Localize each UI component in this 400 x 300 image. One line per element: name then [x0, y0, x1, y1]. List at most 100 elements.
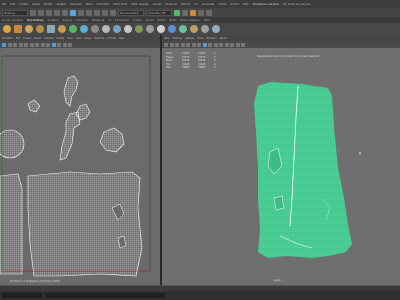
- cone-icon[interactable]: [36, 25, 44, 33]
- live-surface-field[interactable]: No Live Surface: [118, 9, 144, 16]
- shadows-icon[interactable]: [230, 42, 234, 47]
- menu-display[interactable]: Display: [57, 3, 67, 6]
- menu-generate[interactable]: Generate: [202, 3, 214, 6]
- save-scene-icon[interactable]: [46, 9, 52, 16]
- uv-scale-icon[interactable]: [18, 42, 23, 47]
- cube-icon[interactable]: [14, 25, 22, 33]
- resolution-gate-icon[interactable]: [197, 42, 201, 47]
- menu-modify[interactable]: Modify: [44, 3, 53, 6]
- uv-isolate-icon[interactable]: [57, 42, 61, 47]
- combine-icon[interactable]: [69, 25, 77, 33]
- camera-select-icon[interactable]: [164, 42, 168, 47]
- uv-menu-modify[interactable]: Modify: [56, 37, 64, 40]
- shelf-tab-poly-modeling[interactable]: Poly Modeling: [27, 19, 44, 22]
- render-settings-icon[interactable]: [190, 9, 196, 16]
- uv-select-icon[interactable]: [2, 42, 6, 47]
- menu-mesh-tools[interactable]: Mesh Tools: [113, 3, 127, 6]
- shelf-tab-sculpting[interactable]: Sculpting: [48, 19, 59, 22]
- uv-flip-icon[interactable]: [24, 42, 28, 47]
- menu-windows[interactable]: Windows: [70, 3, 82, 6]
- snap-curve-icon[interactable]: [102, 9, 108, 16]
- target-weld-icon[interactable]: [146, 25, 154, 33]
- workspace-selector[interactable]: Workspace: General: [253, 3, 279, 6]
- snap-point-icon[interactable]: [110, 9, 116, 16]
- bridge-icon[interactable]: [113, 25, 121, 33]
- viewport-menu-shading[interactable]: Shading: [172, 37, 181, 40]
- menu-surfaces[interactable]: Surfaces: [166, 3, 177, 6]
- shelf-tab-xgen[interactable]: XGen: [204, 19, 210, 22]
- uv-snapshot-icon[interactable]: [68, 42, 72, 47]
- planar-map-icon[interactable]: [179, 25, 187, 33]
- uv-distortion-icon[interactable]: [46, 42, 50, 47]
- uv-menu-view[interactable]: View: [76, 37, 81, 40]
- render-icon[interactable]: [174, 9, 180, 16]
- separate-icon[interactable]: [80, 25, 88, 33]
- shelf-tab-arnold[interactable]: Arnold: [146, 19, 154, 22]
- cylinder-icon[interactable]: [25, 25, 33, 33]
- shelf-tab-animation[interactable]: Animation: [76, 19, 88, 22]
- hypershade-icon[interactable]: [198, 9, 204, 16]
- uv-grid-icon[interactable]: [29, 42, 34, 47]
- shelf-tab-motion-graphics[interactable]: Motion Graphics: [180, 19, 199, 22]
- shelf-tab-custom[interactable]: Custom: [133, 19, 142, 22]
- select-by-component-icon[interactable]: [86, 9, 92, 16]
- bookmark-icon[interactable]: [175, 42, 179, 47]
- menu-uv[interactable]: UV: [194, 3, 198, 6]
- uv-move-icon[interactable]: [7, 42, 12, 47]
- symmetry-field[interactable]: Symmetry: Off: [146, 9, 172, 16]
- automatic-map-icon[interactable]: [190, 25, 198, 33]
- wireframe-on-shaded-icon[interactable]: [213, 42, 218, 47]
- uv-menu-uv-sets[interactable]: UV Sets: [107, 37, 116, 40]
- uv-menu-image[interactable]: Image: [84, 37, 91, 40]
- viewport-menu-panels[interactable]: Panels: [220, 37, 227, 40]
- mirror-icon[interactable]: [157, 25, 165, 33]
- multi-cut-icon[interactable]: [135, 25, 143, 33]
- undo-icon[interactable]: [54, 9, 60, 16]
- torus-icon[interactable]: [58, 25, 66, 33]
- uv-menu-uv-editor[interactable]: UV Editor: [2, 37, 13, 40]
- shelf-tab-bifrost[interactable]: Bifrost: [158, 19, 166, 22]
- menu-edit-mesh[interactable]: Edit Mesh: [97, 3, 110, 6]
- uv-menu-cut-sew[interactable]: Cut/Sew: [44, 37, 53, 40]
- ipr-render-icon[interactable]: [182, 9, 188, 16]
- image-plane-icon[interactable]: [180, 42, 185, 47]
- mel-command-field[interactable]: [2, 293, 42, 298]
- viewport-menu-lighting[interactable]: Lighting: [185, 37, 194, 40]
- textured-icon[interactable]: [219, 42, 223, 47]
- shelf-tab-fx[interactable]: FX: [108, 19, 111, 22]
- viewport-canvas[interactable]: [162, 48, 400, 285]
- uv-texture-icon[interactable]: [51, 42, 56, 47]
- redo-icon[interactable]: [62, 9, 68, 16]
- uv-menu-edit[interactable]: Edit: [16, 37, 20, 40]
- menu-arnold[interactable]: Arnold: [230, 3, 238, 6]
- new-scene-icon[interactable]: [30, 9, 36, 16]
- snap-grid-icon[interactable]: [94, 9, 100, 16]
- viewport-menu-show[interactable]: Show: [197, 37, 203, 40]
- isolate-select-icon[interactable]: [241, 42, 245, 47]
- select-by-object-icon[interactable]: [78, 9, 84, 16]
- smooth-icon[interactable]: [91, 25, 99, 33]
- uv-frame-icon[interactable]: [62, 42, 67, 47]
- xray-icon[interactable]: [235, 42, 240, 47]
- sphere-icon[interactable]: [3, 25, 11, 33]
- uv-editor-icon[interactable]: [168, 25, 176, 33]
- select-by-hierarchy-icon[interactable]: [70, 9, 76, 16]
- grid-toggle-icon[interactable]: [186, 42, 190, 47]
- menu-deform[interactable]: Deform: [181, 3, 191, 6]
- uv-menu-create[interactable]: Create: [23, 37, 31, 40]
- menu-curves[interactable]: Curves: [153, 3, 162, 6]
- menu-mesh[interactable]: Mesh: [86, 3, 93, 6]
- uv-checker-icon[interactable]: [35, 42, 39, 47]
- shelf-tab-fx-caching[interactable]: FX Caching: [115, 19, 128, 22]
- layout-icon[interactable]: [212, 25, 220, 33]
- uv-canvas[interactable]: [0, 48, 160, 285]
- menu-edit[interactable]: Edit: [10, 3, 15, 6]
- viewport-menu-view[interactable]: View: [164, 37, 169, 40]
- viewport-menu-renderer[interactable]: Renderer: [206, 37, 216, 40]
- smooth-shade-icon[interactable]: [208, 42, 212, 47]
- film-gate-icon[interactable]: [191, 42, 196, 47]
- menu-create[interactable]: Create: [19, 3, 28, 6]
- camera-attributes-icon[interactable]: [169, 42, 174, 47]
- menu-mesh-display[interactable]: Mesh Display: [131, 3, 148, 6]
- menu-cache[interactable]: Cache: [218, 3, 226, 6]
